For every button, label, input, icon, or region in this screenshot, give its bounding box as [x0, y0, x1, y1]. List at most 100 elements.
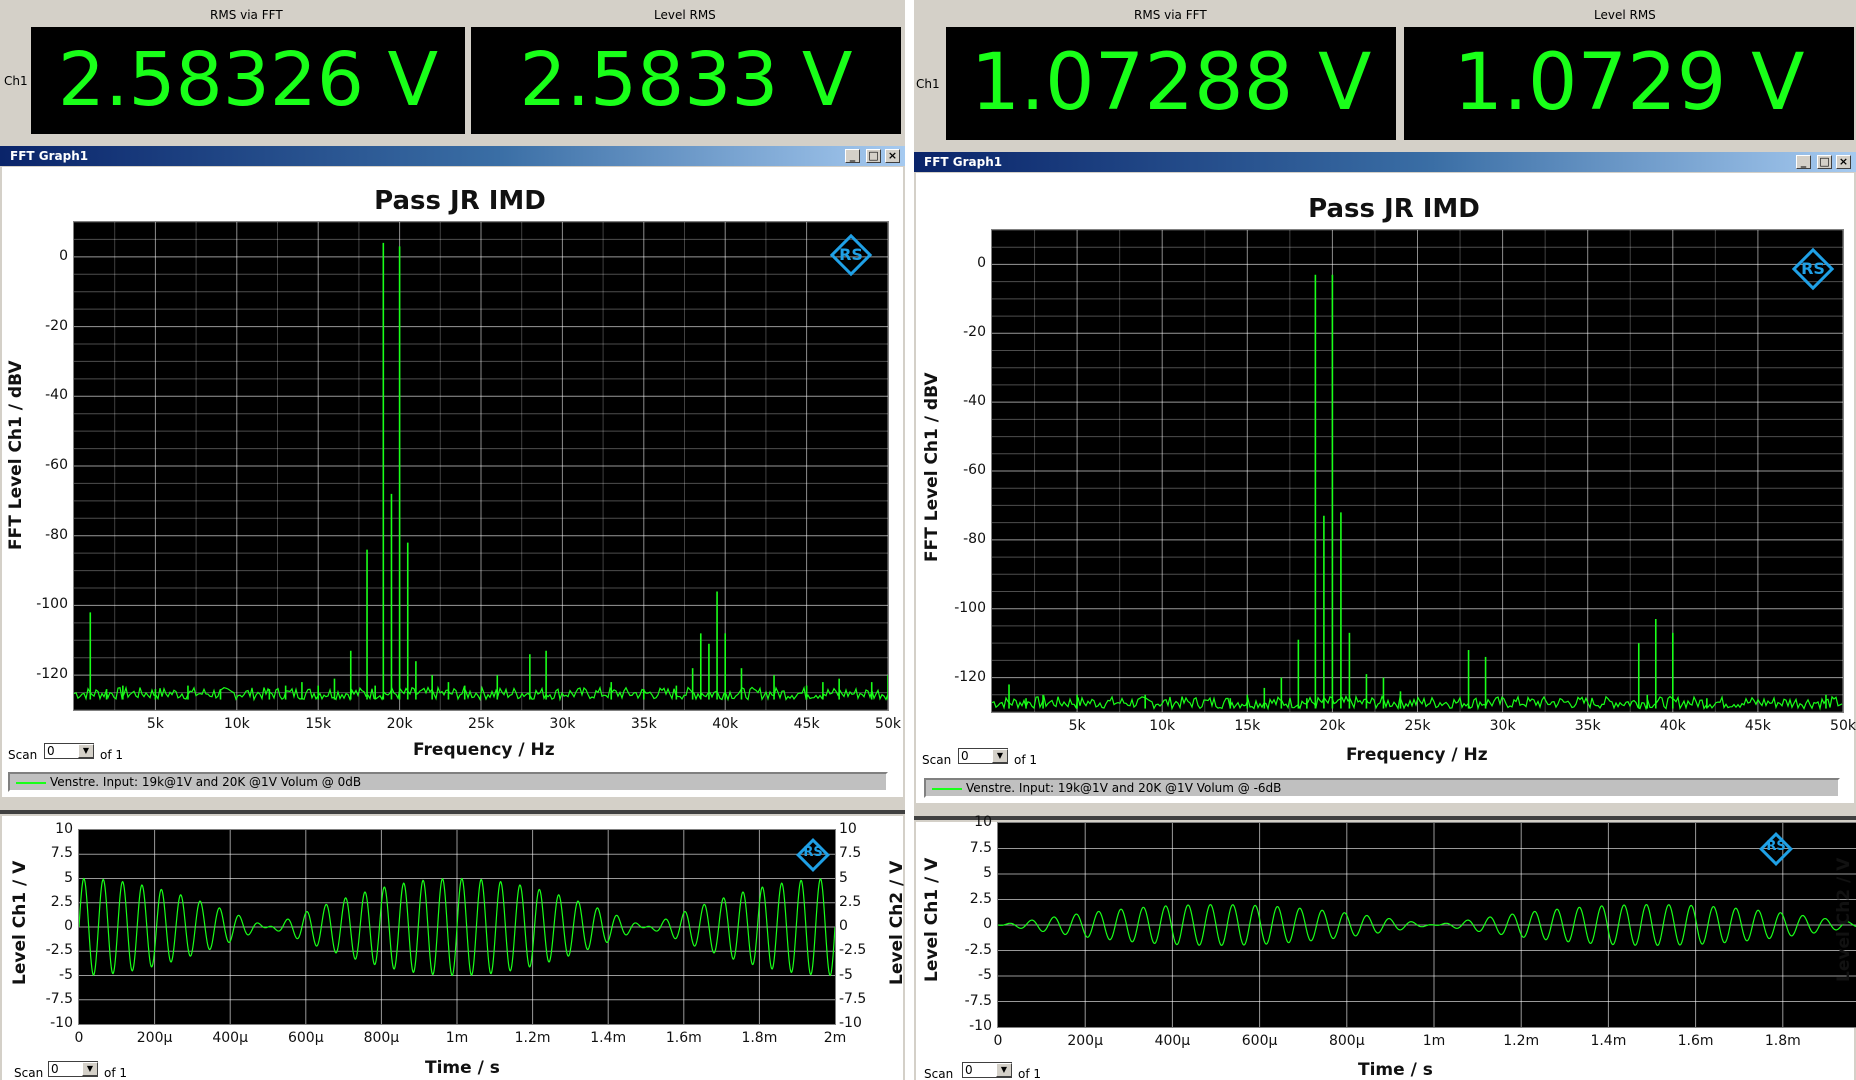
- x-tick-label: 10k: [223, 716, 250, 732]
- meter-channel-label: Ch1: [4, 74, 28, 88]
- minimize-button[interactable]: _: [845, 149, 860, 163]
- fft-legend[interactable]: Venstre. Input: 19k@1V and 20K @1V Volum…: [8, 772, 888, 792]
- fft-x-axis-title: Frequency / Hz: [413, 740, 555, 760]
- fft-legend-text: Venstre. Input: 19k@1V and 20K @1V Volum…: [50, 775, 362, 789]
- meter-header-rms-fft: RMS via FFT: [210, 8, 283, 22]
- x-tick-label: 2m: [823, 1030, 847, 1046]
- meter-header-rms-fft: RMS via FFT: [1134, 8, 1207, 22]
- x-tick-label: 1.4m: [1590, 1033, 1627, 1049]
- y-tick-label: -100: [36, 596, 68, 613]
- time-scan-label: Scan: [14, 1066, 44, 1080]
- y-tick-label: 2.5: [969, 890, 992, 907]
- x-tick-label: 25k: [468, 716, 494, 732]
- x-tick-label: 1m: [1422, 1033, 1446, 1049]
- close-button[interactable]: ×: [885, 149, 900, 163]
- fft-window-titlebar[interactable]: FFT Graph1 _ □ ×: [0, 146, 905, 166]
- x-tick-label: 1m: [445, 1030, 469, 1046]
- y-tick-label: 0: [59, 247, 68, 264]
- chevron-down-icon[interactable]: ▼: [992, 749, 1008, 763]
- chevron-down-icon[interactable]: ▼: [82, 1062, 98, 1076]
- y2-tick-label: 0: [839, 918, 848, 934]
- time-plot[interactable]: RS: [997, 822, 1856, 1028]
- fft-y-axis-title: FFT Level Ch1 / dBV: [6, 360, 26, 550]
- meter-header-level-rms: Level RMS: [654, 8, 716, 22]
- y-tick-label: -5: [59, 966, 73, 983]
- x-tick-label: 35k: [1574, 718, 1601, 734]
- rs-logo-text: RS: [839, 245, 863, 264]
- minimize-button[interactable]: _: [1796, 155, 1811, 169]
- fft-legend[interactable]: Venstre. Input: 19k@1V and 20K @1V Volum…: [924, 778, 1840, 798]
- x-tick-label: 200µ: [136, 1030, 173, 1046]
- x-tick-label: 1.6m: [665, 1030, 702, 1046]
- rs-logo-text-small: RS: [1766, 839, 1786, 854]
- time-x-axis-title: Time / s: [425, 1058, 500, 1078]
- y-tick-label: 7.5: [969, 839, 992, 856]
- x-tick-label: 0: [74, 1030, 84, 1046]
- fft-graph-title: Pass JR IMD: [374, 186, 546, 216]
- meter-value-rms-fft: 2.58326 V: [31, 27, 465, 134]
- x-tick-label: 25k: [1404, 718, 1431, 734]
- y-tick-label: -20: [45, 317, 68, 334]
- legend-line-icon: [16, 782, 46, 784]
- y-tick-label: 0: [64, 918, 73, 934]
- fft-graph-title: Pass JR IMD: [1308, 194, 1480, 224]
- fft-scan-label: Scan: [8, 748, 38, 762]
- y-tick-label: -2.5: [45, 942, 73, 959]
- y-tick-label: 2.5: [50, 893, 73, 910]
- y-tick-label: 7.5: [50, 845, 73, 862]
- y2-tick-label: -2.5: [839, 942, 867, 959]
- y-tick-label: -10: [50, 1015, 73, 1031]
- x-tick-label: 400µ: [212, 1030, 248, 1046]
- y-tick-label: -120: [36, 666, 68, 683]
- left-panel: RMS via FFT Level RMS Ch1 2.58326 V 2.5 8…: [0, 0, 905, 1080]
- maximize-button[interactable]: □: [1817, 155, 1832, 169]
- fft-plot[interactable]: RS: [991, 229, 1844, 713]
- x-tick-label: 1.2m: [514, 1030, 551, 1046]
- x-tick-label: 35k: [630, 716, 657, 732]
- x-tick-label: 10k: [1149, 718, 1176, 734]
- window-separator: [914, 816, 1856, 820]
- x-tick-label: 1.4m: [590, 1030, 627, 1046]
- maximize-button[interactable]: □: [866, 149, 881, 163]
- time-y-axis-title: Level Ch1 / V: [922, 857, 942, 982]
- x-tick-label: 20k: [1319, 718, 1346, 734]
- fft-window-title: FFT Graph1: [10, 149, 89, 163]
- time-plot[interactable]: RS: [78, 829, 836, 1025]
- x-tick-label: 1.8m: [741, 1030, 778, 1046]
- y-tick-label: -60: [963, 462, 986, 478]
- fft-scan-of: of 1: [1014, 753, 1038, 767]
- time-y2-axis-title: Level Ch2 / V: [887, 860, 905, 985]
- x-tick-label: 1.8m: [1764, 1033, 1801, 1049]
- fft-window-titlebar[interactable]: FFT Graph1 _ □ ×: [914, 152, 1856, 172]
- x-tick-label: 200µ: [1067, 1033, 1103, 1049]
- x-tick-label: 45k: [1744, 718, 1771, 734]
- chevron-down-icon[interactable]: ▼: [78, 744, 94, 758]
- x-tick-label: 20k: [386, 716, 413, 732]
- fft-scan-label: Scan: [922, 753, 952, 767]
- x-tick-label: 1.6m: [1677, 1033, 1714, 1049]
- time-y2-axis-title: Level Ch2 / V: [1834, 857, 1854, 982]
- y-tick-label: 10: [974, 814, 992, 830]
- y-tick-label: 0: [983, 916, 992, 932]
- time-scan-label: Scan: [924, 1067, 954, 1080]
- legend-line-icon: [932, 788, 962, 790]
- time-scan-of: of 1: [1018, 1067, 1042, 1080]
- x-tick-label: 800µ: [363, 1030, 400, 1046]
- chevron-down-icon[interactable]: ▼: [996, 1063, 1012, 1077]
- time-scan-of: of 1: [104, 1066, 128, 1080]
- fft-plot-svg: [992, 230, 1843, 712]
- y2-tick-label: -10: [839, 1015, 862, 1031]
- y-tick-label: -5: [978, 967, 992, 983]
- x-tick-label: 800µ: [1328, 1033, 1365, 1049]
- y2-tick-label: 2.5: [839, 893, 862, 910]
- x-tick-label: 30k: [549, 716, 576, 732]
- y-tick-label: -2.5: [964, 941, 992, 958]
- fft-plot[interactable]: RS: [73, 221, 889, 711]
- y2-tick-label: 10: [839, 821, 857, 837]
- y-tick-label: -10: [969, 1018, 992, 1034]
- x-tick-label: 15k: [305, 716, 332, 732]
- fft-legend-text: Venstre. Input: 19k@1V and 20K @1V Volum…: [966, 781, 1282, 795]
- x-tick-label: 50k: [875, 716, 901, 732]
- y-tick-label: -7.5: [45, 990, 73, 1007]
- close-button[interactable]: ×: [1836, 155, 1851, 169]
